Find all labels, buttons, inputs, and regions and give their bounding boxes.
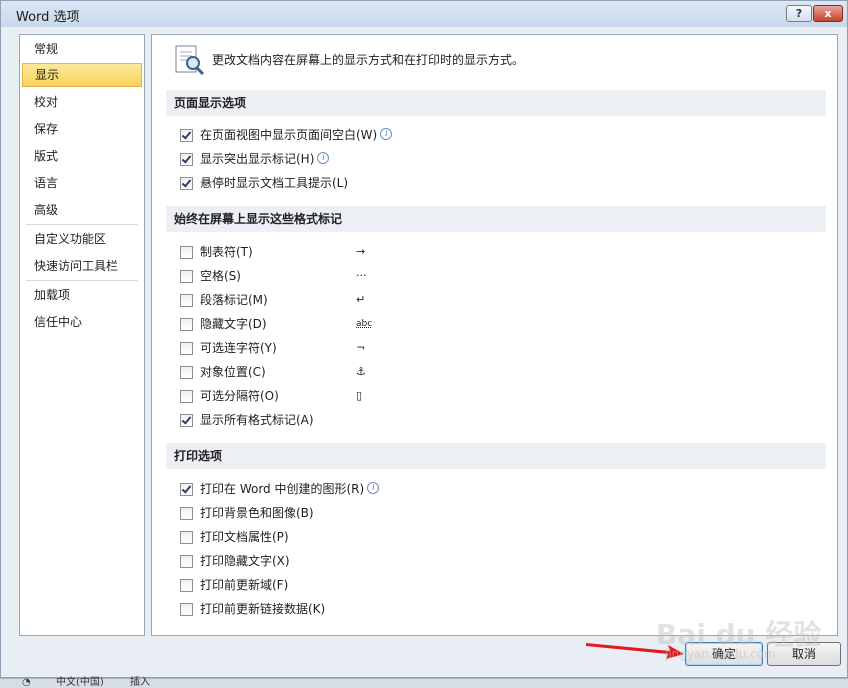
option-label: 对象位置(C) [200, 365, 266, 379]
anchor-icon: ⚓ [356, 365, 366, 378]
window-title: Word 选项 [16, 10, 80, 25]
panel-description: 更改文档内容在屏幕上的显示方式和在打印时的显示方式。 [212, 53, 525, 67]
checkbox-print-drawings[interactable] [180, 483, 193, 496]
checkbox-paragraph-marks[interactable] [180, 294, 193, 307]
nav-item-language[interactable]: 语言 [22, 171, 142, 195]
nav-item-layout[interactable]: 版式 [22, 144, 142, 168]
option-label: 显示所有格式标记(A) [200, 413, 314, 427]
checkbox-object-anchors[interactable] [180, 366, 193, 379]
option-label: 隐藏文字(D) [200, 317, 267, 331]
checkbox-tab-characters[interactable] [180, 246, 193, 259]
info-icon: i [367, 482, 380, 494]
watermark-url: jingyan.baidu.com [665, 647, 776, 661]
close-button[interactable]: x [813, 5, 843, 22]
option-label: 空格(S) [200, 269, 241, 283]
display-options-panel: 更改文档内容在屏幕上的显示方式和在打印时的显示方式。 页面显示选项 在页面视图中… [151, 34, 838, 636]
nav-divider [26, 224, 138, 225]
checkbox-optional-hyphens[interactable] [180, 342, 193, 355]
space-mark-icon: ··· [356, 269, 367, 282]
nav-divider [26, 280, 138, 281]
option-label: 显示突出显示标记(H) [200, 152, 315, 166]
section-formatting-marks: 始终在屏幕上显示这些格式标记 [166, 206, 826, 232]
word-options-dialog: Word 选项 ? x 常规 显示 校对 保存 版式 语言 高级 自定义功能区 … [0, 0, 848, 678]
option-label: 打印隐藏文字(X) [200, 554, 290, 568]
section-print-options: 打印选项 [166, 443, 826, 469]
option-label: 悬停时显示文档工具提示(L) [200, 176, 349, 190]
info-icon: i [380, 128, 393, 140]
nav-item-add-ins[interactable]: 加载项 [22, 283, 142, 307]
checkbox-print-hidden-text[interactable] [180, 555, 193, 568]
nav-item-quick-access-toolbar[interactable]: 快速访问工具栏 [22, 254, 142, 278]
checkbox-show-document-tooltips[interactable] [180, 177, 193, 190]
optional-break-icon: ▯ [356, 389, 363, 402]
checkbox-update-linked-data[interactable] [180, 603, 193, 616]
checkbox-update-fields[interactable] [180, 579, 193, 592]
category-nav: 常规 显示 校对 保存 版式 语言 高级 自定义功能区 快速访问工具栏 加载项 … [19, 34, 145, 636]
checkbox-hidden-text[interactable] [180, 318, 193, 331]
checkbox-show-whitespace[interactable] [180, 129, 193, 142]
help-button[interactable]: ? [786, 5, 812, 22]
nav-item-advanced[interactable]: 高级 [22, 198, 142, 222]
nav-item-display[interactable]: 显示 [22, 63, 142, 87]
document-magnifier-icon [175, 45, 205, 76]
nav-item-customize-ribbon[interactable]: 自定义功能区 [22, 227, 142, 251]
section-page-display-options: 页面显示选项 [166, 90, 826, 116]
option-label: 段落标记(M) [200, 293, 268, 307]
option-label: 打印文档属性(P) [200, 530, 289, 544]
option-label: 制表符(T) [200, 245, 253, 259]
checkbox-optional-breaks[interactable] [180, 390, 193, 403]
checkbox-show-highlighter-marks[interactable] [180, 153, 193, 166]
checkbox-print-document-properties[interactable] [180, 531, 193, 544]
tab-mark-icon: → [356, 245, 366, 258]
option-label: 打印前更新域(F) [200, 578, 289, 592]
checkbox-print-background[interactable] [180, 507, 193, 520]
info-icon: i [317, 152, 330, 164]
optional-hyphen-icon: ¬ [356, 341, 366, 354]
option-label: 打印在 Word 中创建的图形(R) [200, 482, 365, 496]
checkbox-show-all-marks[interactable] [180, 414, 193, 427]
nav-item-proofing[interactable]: 校对 [22, 90, 142, 114]
option-label: 打印前更新链接数据(K) [200, 602, 326, 616]
option-label: 可选连字符(Y) [200, 341, 277, 355]
paragraph-mark-icon: ↵ [356, 293, 366, 306]
option-label: 可选分隔符(O) [200, 389, 279, 403]
nav-item-general[interactable]: 常规 [22, 37, 142, 61]
option-label: 打印背景色和图像(B) [200, 506, 314, 520]
title-bar[interactable]: Word 选项 ? x [1, 1, 847, 27]
checkbox-spaces[interactable] [180, 270, 193, 283]
nav-item-trust-center[interactable]: 信任中心 [22, 310, 142, 334]
option-label: 在页面视图中显示页面间空白(W) [200, 128, 378, 142]
hidden-text-icon: abc [356, 319, 373, 329]
nav-item-save[interactable]: 保存 [22, 117, 142, 141]
